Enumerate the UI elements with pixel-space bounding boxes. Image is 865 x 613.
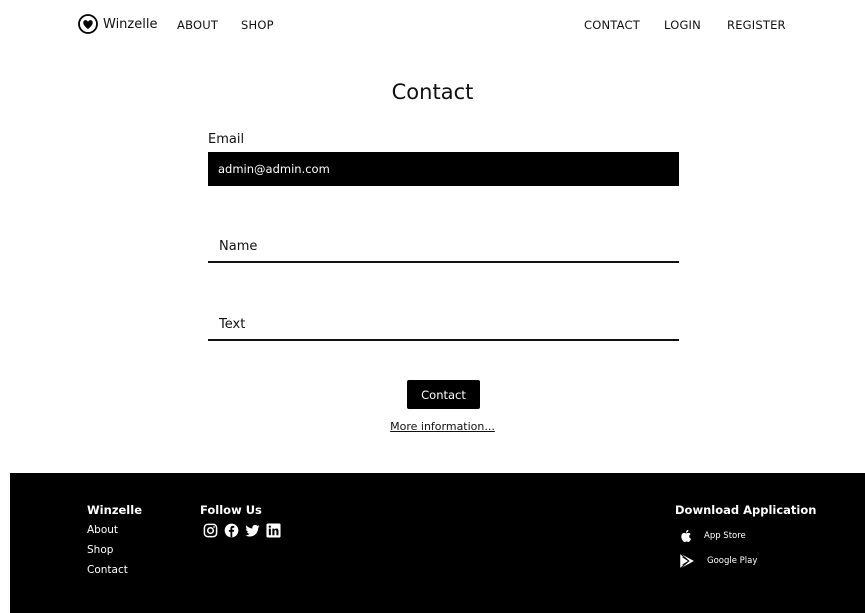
google-play-label: Google Play bbox=[707, 556, 758, 566]
more-information-link[interactable]: More information... bbox=[0, 420, 865, 433]
footer-link-contact[interactable]: Contact bbox=[87, 564, 128, 576]
footer-link-shop[interactable]: Shop bbox=[87, 544, 113, 556]
nav-link-register[interactable]: REGISTER bbox=[727, 18, 786, 32]
nav-link-shop[interactable]: SHOP bbox=[241, 18, 274, 32]
email-field[interactable] bbox=[208, 152, 679, 186]
page-title: Contact bbox=[391, 80, 474, 104]
instagram-icon[interactable] bbox=[203, 523, 218, 538]
email-label: Email bbox=[208, 132, 245, 147]
brand-name: Winzelle bbox=[103, 16, 158, 32]
download-application-heading: Download Application bbox=[675, 503, 817, 517]
twitter-icon[interactable] bbox=[245, 523, 260, 538]
text-field[interactable] bbox=[208, 309, 679, 341]
facebook-icon[interactable] bbox=[224, 523, 239, 538]
follow-us-heading: Follow Us bbox=[200, 503, 262, 517]
nav-link-about[interactable]: ABOUT bbox=[177, 18, 218, 32]
heart-logo-icon bbox=[78, 14, 98, 34]
app-store-link[interactable]: App Store bbox=[678, 528, 746, 544]
linkedin-icon[interactable] bbox=[266, 523, 281, 538]
brand-link[interactable]: Winzelle bbox=[78, 14, 157, 34]
contact-submit-button[interactable]: Contact bbox=[407, 380, 480, 409]
footer-link-about[interactable]: About bbox=[87, 524, 118, 536]
nav-link-contact[interactable]: CONTACT bbox=[584, 18, 640, 32]
google-play-link[interactable]: Google Play bbox=[678, 552, 757, 570]
top-navigation: Winzelle ABOUT SHOP CONTACT LOGIN REGIST… bbox=[0, 0, 865, 52]
apple-icon bbox=[681, 529, 691, 542]
name-field[interactable] bbox=[208, 231, 679, 263]
google-play-icon bbox=[679, 553, 694, 569]
footer: Winzelle About Shop Contact Follow Us Do… bbox=[10, 473, 865, 613]
social-icons bbox=[203, 523, 281, 538]
footer-brand-heading: Winzelle bbox=[87, 503, 142, 517]
nav-link-login[interactable]: LOGIN bbox=[664, 18, 701, 32]
app-store-label: App Store bbox=[704, 531, 746, 541]
